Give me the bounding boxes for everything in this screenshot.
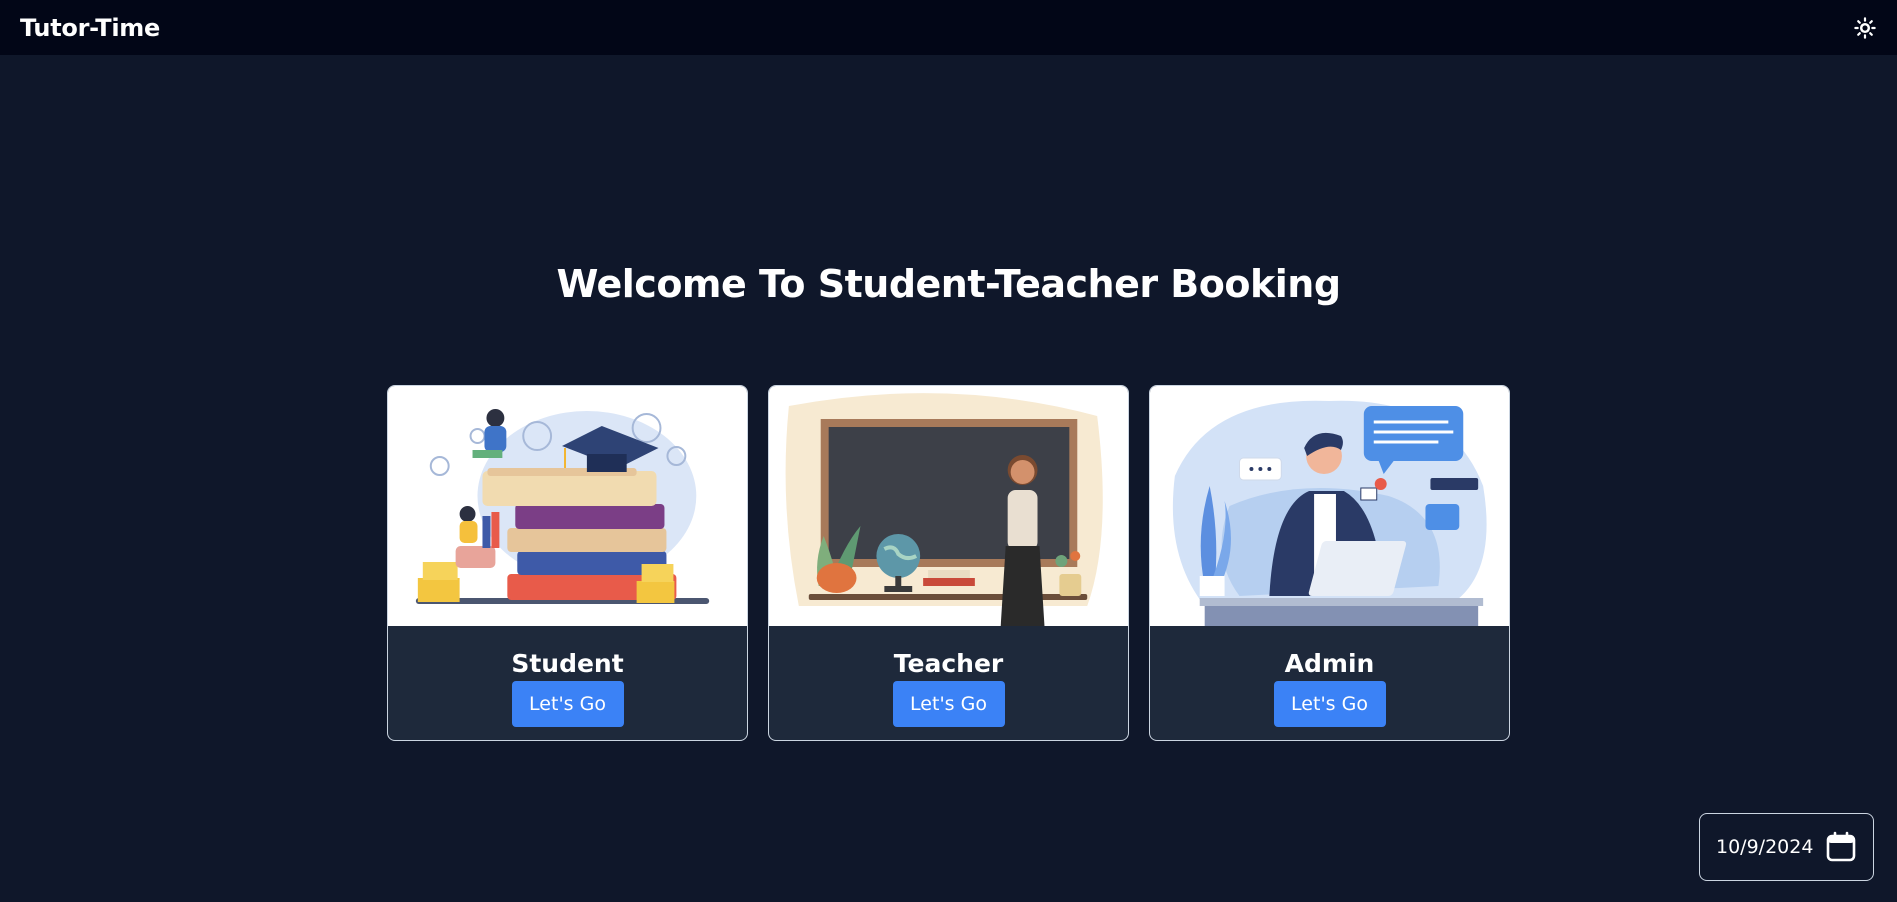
calendar-icon[interactable] bbox=[1825, 831, 1857, 863]
teacher-card: Teacher Let's Go bbox=[768, 385, 1129, 741]
page-title: Welcome To Student-Teacher Booking bbox=[556, 262, 1341, 306]
student-illustration bbox=[388, 386, 747, 626]
teacher-card-body: Teacher Let's Go bbox=[769, 626, 1128, 740]
student-lets-go-button[interactable]: Let's Go bbox=[511, 681, 624, 727]
admin-card-body: Admin Let's Go bbox=[1150, 626, 1509, 740]
admin-illustration bbox=[1150, 386, 1509, 626]
date-value: 10/9/2024 bbox=[1716, 836, 1814, 858]
theme-toggle-button[interactable] bbox=[1853, 16, 1877, 40]
admin-card: Admin Let's Go bbox=[1149, 385, 1510, 741]
student-card: Student Let's Go bbox=[387, 385, 748, 741]
date-picker[interactable]: 10/9/2024 bbox=[1699, 813, 1874, 881]
role-cards: Student Let's Go Teacher Let's Go Admin … bbox=[387, 385, 1510, 741]
teacher-illustration bbox=[769, 386, 1128, 626]
admin-lets-go-button[interactable]: Let's Go bbox=[1273, 681, 1386, 727]
brand-logo[interactable]: Tutor-Time bbox=[20, 14, 160, 42]
admin-label: Admin bbox=[1284, 649, 1375, 678]
teacher-label: Teacher bbox=[893, 649, 1004, 678]
student-card-body: Student Let's Go bbox=[388, 626, 747, 740]
student-label: Student bbox=[511, 649, 624, 678]
sun-icon bbox=[1854, 16, 1876, 39]
top-navbar: Tutor-Time bbox=[0, 0, 1897, 55]
teacher-lets-go-button[interactable]: Let's Go bbox=[892, 681, 1005, 727]
